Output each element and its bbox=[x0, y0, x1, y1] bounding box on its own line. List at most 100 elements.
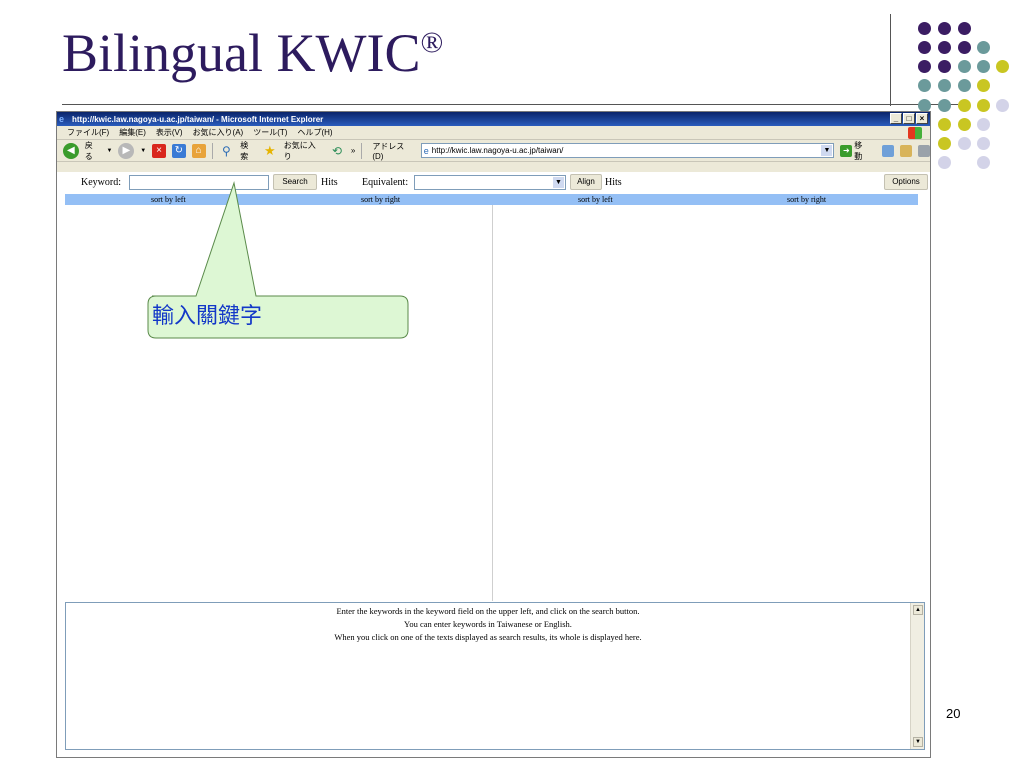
menu-view[interactable]: 表示(V) bbox=[156, 127, 183, 138]
back-icon[interactable]: ◀ bbox=[63, 142, 79, 159]
instruction-line-2: You can enter keywords in Taiwanese or E… bbox=[404, 619, 572, 629]
sort-left-pane1[interactable]: sort by left bbox=[151, 194, 186, 205]
slide-title: Bilingual KWIC® bbox=[62, 22, 443, 84]
address-value[interactable]: http://kwic.law.nagoya-u.ac.jp/taiwan/ bbox=[432, 146, 564, 155]
slide-title-text: Bilingual KWIC bbox=[62, 23, 421, 83]
sort-right-pane1[interactable]: sort by right bbox=[361, 194, 400, 205]
go-button[interactable]: ➜ 移動 bbox=[840, 140, 870, 162]
menu-bar: ファイル(F) 編集(E) 表示(V) お気に入り(A) ツール(T) ヘルプ(… bbox=[57, 126, 930, 140]
decorative-dot bbox=[958, 137, 971, 150]
equivalent-dropdown-icon[interactable]: ▼ bbox=[553, 177, 564, 188]
minimize-button[interactable]: _ bbox=[890, 113, 902, 124]
forward-dropdown-icon[interactable]: ▼ bbox=[140, 148, 146, 154]
browser-window: e http://kwic.law.nagoya-u.ac.jp/taiwan/… bbox=[56, 111, 931, 758]
sort-bar: sort by left sort by right sort by left … bbox=[65, 194, 918, 205]
decorative-dot bbox=[938, 41, 951, 54]
options-button[interactable]: Options bbox=[884, 174, 928, 190]
decorative-horizontal-line bbox=[62, 104, 958, 105]
decorative-dot bbox=[938, 22, 951, 35]
sort-left-pane2[interactable]: sort by left bbox=[578, 194, 613, 205]
vertical-scrollbar[interactable]: ▲ ▼ bbox=[910, 603, 924, 749]
scroll-down-icon[interactable]: ▼ bbox=[913, 737, 923, 747]
equivalent-select[interactable]: ▼ bbox=[414, 175, 566, 190]
decorative-dot bbox=[918, 22, 931, 35]
decorative-dot bbox=[977, 60, 990, 73]
page-content: Keyword: Search Hits Equivalent: ▼ Align… bbox=[57, 172, 930, 757]
instructions-text: Enter the keywords in the keyword field … bbox=[66, 605, 910, 644]
decorative-dot bbox=[938, 156, 951, 169]
registered-mark: ® bbox=[420, 26, 444, 59]
windows-logo-icon bbox=[908, 127, 922, 139]
maximize-button[interactable]: □ bbox=[903, 113, 915, 124]
forward-icon[interactable]: ▶ bbox=[118, 142, 135, 159]
decorative-dot bbox=[977, 118, 990, 131]
toolbar-more[interactable]: » bbox=[351, 146, 355, 155]
toolbar-separator bbox=[211, 142, 213, 159]
decorative-dot bbox=[977, 41, 990, 54]
decorative-dot bbox=[996, 60, 1009, 73]
copy-icon[interactable] bbox=[899, 144, 912, 157]
scroll-up-icon[interactable]: ▲ bbox=[913, 605, 923, 615]
stop-icon[interactable]: × bbox=[152, 143, 166, 158]
toolbar-separator bbox=[361, 142, 363, 159]
pane-divider[interactable] bbox=[492, 205, 493, 601]
decorative-dot bbox=[938, 137, 951, 150]
home-icon[interactable]: ⌂ bbox=[191, 143, 206, 158]
close-button[interactable]: × bbox=[916, 113, 928, 124]
menu-favorites[interactable]: お気に入り(A) bbox=[193, 127, 244, 138]
page-number: 20 bbox=[946, 706, 961, 721]
search-button[interactable]: Search bbox=[273, 174, 317, 190]
decorative-dot bbox=[958, 41, 971, 54]
full-text-pane[interactable]: Enter the keywords in the keyword field … bbox=[65, 602, 925, 750]
favorites-star-icon[interactable]: ★ bbox=[262, 143, 278, 159]
decorative-dot bbox=[958, 22, 971, 35]
window-buttons: _ □ × bbox=[890, 113, 928, 124]
search-icon[interactable]: ⚲ bbox=[218, 143, 234, 159]
favorites-label[interactable]: お気に入り bbox=[284, 140, 323, 162]
menu-tools[interactable]: ツール(T) bbox=[253, 127, 287, 138]
edit-icon[interactable] bbox=[917, 144, 930, 157]
decorative-dot bbox=[918, 41, 931, 54]
page-icon: e bbox=[423, 145, 429, 156]
decorative-dot bbox=[977, 99, 990, 112]
menu-file[interactable]: ファイル(F) bbox=[67, 127, 109, 138]
search-row: Keyword: Search Hits Equivalent: ▼ Align… bbox=[57, 172, 930, 194]
address-label: アドレス(D) bbox=[372, 141, 405, 161]
decorative-dot bbox=[958, 118, 971, 131]
toolbar-extra-icons bbox=[881, 144, 930, 157]
decorative-dot bbox=[958, 79, 971, 92]
back-label[interactable]: 戻る bbox=[85, 140, 101, 162]
decorative-dot bbox=[977, 156, 990, 169]
decorative-dot bbox=[996, 99, 1009, 112]
hits-left-label: Hits bbox=[321, 177, 338, 188]
decorative-dot bbox=[938, 99, 951, 112]
history-icon[interactable]: ⟲ bbox=[329, 143, 345, 159]
browser-titlebar: e http://kwic.law.nagoya-u.ac.jp/taiwan/… bbox=[57, 112, 930, 126]
align-button[interactable]: Align bbox=[570, 174, 602, 190]
results-pane-right[interactable] bbox=[494, 205, 918, 601]
browser-title: http://kwic.law.nagoya-u.ac.jp/taiwan/ -… bbox=[72, 114, 324, 124]
results-pane-left[interactable] bbox=[65, 205, 491, 601]
ie-icon: e bbox=[59, 114, 65, 124]
go-arrow-icon[interactable]: ➜ bbox=[840, 144, 853, 157]
instruction-line-3: When you click on one of the texts displ… bbox=[334, 632, 642, 642]
keyword-label: Keyword: bbox=[81, 177, 121, 188]
decorative-dot bbox=[918, 60, 931, 73]
callout-text: 輸入關鍵字 bbox=[152, 304, 263, 329]
refresh-icon[interactable]: ↻ bbox=[171, 143, 186, 158]
back-dropdown-icon[interactable]: ▼ bbox=[107, 148, 113, 154]
equivalent-label: Equivalent: bbox=[362, 177, 409, 188]
address-bar[interactable]: e http://kwic.law.nagoya-u.ac.jp/taiwan/… bbox=[420, 143, 835, 158]
menu-edit[interactable]: 編集(E) bbox=[119, 127, 146, 138]
menu-help[interactable]: ヘルプ(H) bbox=[297, 127, 332, 138]
go-label[interactable]: 移動 bbox=[854, 140, 870, 162]
messenger-icon[interactable] bbox=[881, 144, 894, 157]
sort-right-pane2[interactable]: sort by right bbox=[787, 194, 826, 205]
search-label[interactable]: 検索 bbox=[240, 140, 256, 162]
decorative-dot bbox=[977, 79, 990, 92]
decorative-dot bbox=[958, 60, 971, 73]
hits-right-label: Hits bbox=[605, 177, 622, 188]
keyword-input[interactable] bbox=[129, 175, 269, 190]
browser-toolbar: ◀ 戻る ▼ ▶ ▼ × ↻ ⌂ ⚲ 検索 ★ お気に入り ⟲ » アドレス(D… bbox=[57, 140, 930, 162]
address-dropdown-icon[interactable]: ▼ bbox=[821, 145, 833, 156]
